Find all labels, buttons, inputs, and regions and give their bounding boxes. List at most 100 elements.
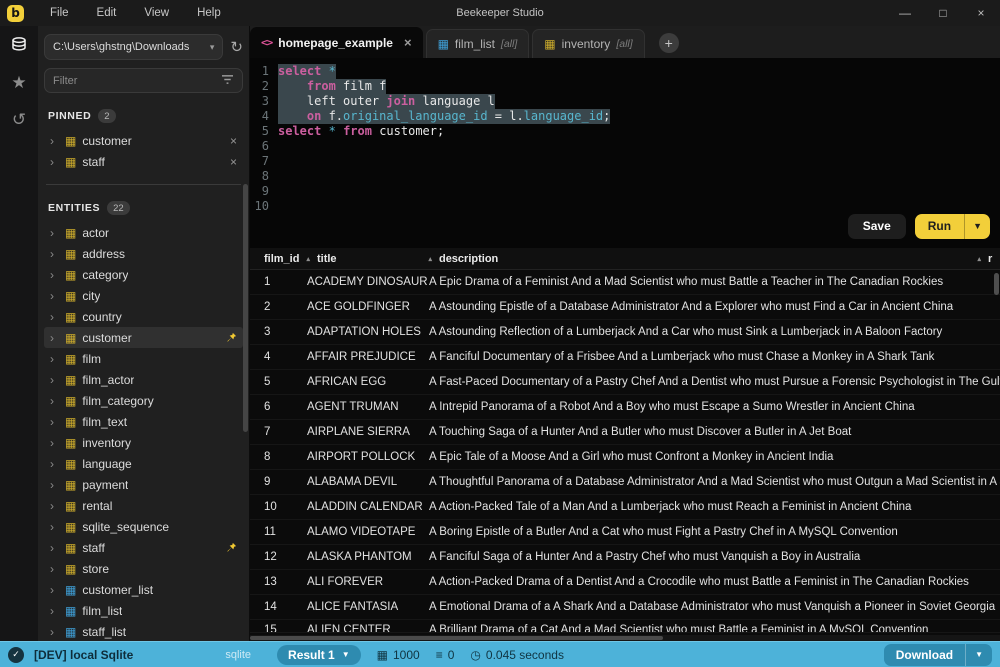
chevron-right-icon[interactable]: › bbox=[50, 626, 59, 638]
entity-item-inventory[interactable]: ›▦inventory bbox=[44, 432, 243, 453]
close-button[interactable]: × bbox=[962, 0, 1000, 26]
history-icon[interactable]: ↺ bbox=[12, 111, 26, 128]
run-options-caret-icon[interactable]: ▼ bbox=[964, 214, 990, 239]
chevron-right-icon[interactable]: › bbox=[50, 563, 59, 575]
table-row[interactable]: 10ALADDIN CALENDARA Action-Packed Tale o… bbox=[250, 495, 1000, 520]
table-row[interactable]: 11ALAMO VIDEOTAPEA Boring Epistle of a B… bbox=[250, 520, 1000, 545]
chevron-right-icon[interactable]: › bbox=[50, 353, 59, 365]
table-row[interactable]: 6AGENT TRUMANA Intrepid Panorama of a Ro… bbox=[250, 395, 1000, 420]
chevron-right-icon[interactable]: › bbox=[50, 332, 59, 344]
table-row[interactable]: 2ACE GOLDFINGERA Astounding Epistle of a… bbox=[250, 295, 1000, 320]
column-header-description[interactable]: description▴ bbox=[439, 248, 988, 269]
entity-item-payment[interactable]: ›▦payment bbox=[44, 474, 243, 495]
maximize-button[interactable]: □ bbox=[924, 0, 962, 26]
entity-item-store[interactable]: ›▦store bbox=[44, 558, 243, 579]
sidebar-scrollbar[interactable] bbox=[243, 184, 248, 432]
table-row[interactable]: 13ALI FOREVERA Action-Packed Drama of a … bbox=[250, 570, 1000, 595]
table-row[interactable]: 4AFFAIR PREJUDICEA Fanciful Documentary … bbox=[250, 345, 1000, 370]
entity-item-city[interactable]: ›▦city bbox=[44, 285, 243, 306]
entity-item-film_text[interactable]: ›▦film_text bbox=[44, 411, 243, 432]
chevron-right-icon[interactable]: › bbox=[50, 437, 59, 449]
entity-item-actor[interactable]: ›▦actor bbox=[44, 222, 243, 243]
menu-help[interactable]: Help bbox=[183, 7, 235, 19]
filter-icon[interactable] bbox=[221, 72, 234, 90]
chevron-right-icon[interactable]: › bbox=[50, 227, 59, 239]
connection-select[interactable]: C:\Users\ghstng\Downloads ▾ bbox=[44, 34, 223, 60]
chevron-right-icon[interactable]: › bbox=[50, 311, 59, 323]
favorites-star-icon[interactable]: ★ bbox=[11, 74, 26, 91]
minimize-button[interactable]: — bbox=[886, 0, 924, 26]
run-button[interactable]: Run bbox=[915, 214, 964, 239]
horizontal-scroll-thumb[interactable] bbox=[250, 636, 663, 640]
chevron-right-icon[interactable]: › bbox=[50, 248, 59, 260]
entity-item-film[interactable]: ›▦film bbox=[44, 348, 243, 369]
menu-edit[interactable]: Edit bbox=[83, 7, 131, 19]
chevron-right-icon[interactable]: › bbox=[50, 542, 59, 554]
chevron-right-icon[interactable]: › bbox=[50, 605, 59, 617]
entity-item-customer[interactable]: ›▦customer bbox=[44, 327, 243, 348]
menu-file[interactable]: File bbox=[36, 7, 83, 19]
entity-item-rental[interactable]: ›▦rental bbox=[44, 495, 243, 516]
entity-item-category[interactable]: ›▦category bbox=[44, 264, 243, 285]
results-horizontal-scrollbar[interactable] bbox=[250, 635, 1000, 641]
sort-arrow-icon[interactable]: ▴ bbox=[428, 255, 432, 263]
table-row[interactable]: 8AIRPORT POLLOCKA Epic Tale of a Moose A… bbox=[250, 445, 1000, 470]
pinned-item-staff[interactable]: ›▦staff× bbox=[44, 151, 243, 172]
download-options-caret-icon[interactable]: ▼ bbox=[965, 644, 992, 666]
result-selector[interactable]: Result 1 ▼ bbox=[277, 645, 361, 665]
chevron-down-icon: ▼ bbox=[342, 650, 350, 659]
download-button[interactable]: Download bbox=[884, 644, 965, 666]
tab-film_list[interactable]: ▦film_list[all] bbox=[426, 29, 530, 58]
table-row[interactable]: 12ALASKA PHANTOMA Fanciful Saga of a Hun… bbox=[250, 545, 1000, 570]
sort-arrow-icon[interactable]: ▴ bbox=[977, 255, 981, 263]
sort-arrow-icon[interactable]: ▴ bbox=[306, 255, 310, 263]
results-vertical-scrollbar[interactable] bbox=[994, 273, 999, 295]
table-row[interactable]: 3ADAPTATION HOLESA Astounding Reflection… bbox=[250, 320, 1000, 345]
chevron-right-icon[interactable]: › bbox=[50, 135, 59, 147]
menu-view[interactable]: View bbox=[130, 7, 183, 19]
entity-item-staff[interactable]: ›▦staff bbox=[44, 537, 243, 558]
table-row[interactable]: 7AIRPLANE SIERRAA Touching Saga of a Hun… bbox=[250, 420, 1000, 445]
chevron-right-icon[interactable]: › bbox=[50, 374, 59, 386]
column-header-film_id[interactable]: film_id▴ bbox=[250, 248, 317, 269]
refresh-icon[interactable]: ↻ bbox=[230, 38, 243, 56]
close-icon[interactable]: × bbox=[230, 134, 237, 148]
chevron-right-icon[interactable]: › bbox=[50, 395, 59, 407]
column-header-title[interactable]: title▴ bbox=[317, 248, 439, 269]
entity-item-customer_list[interactable]: ›▦customer_list bbox=[44, 579, 243, 600]
tab-homepage_example[interactable]: <>homepage_example× bbox=[250, 27, 423, 58]
table-row[interactable]: 15ALIEN CENTERA Brilliant Drama of a Cat… bbox=[250, 620, 1000, 633]
chevron-right-icon[interactable]: › bbox=[50, 290, 59, 302]
sql-editor[interactable]: 1select *2 from film f3 left outer join … bbox=[250, 58, 1000, 248]
chevron-right-icon[interactable]: › bbox=[50, 156, 59, 168]
entity-item-address[interactable]: ›▦address bbox=[44, 243, 243, 264]
table-row[interactable]: 5AFRICAN EGGA Fast-Paced Documentary of … bbox=[250, 370, 1000, 395]
chevron-right-icon[interactable]: › bbox=[50, 584, 59, 596]
close-icon[interactable]: × bbox=[230, 155, 237, 169]
new-tab-button[interactable]: + bbox=[659, 33, 679, 53]
pinned-item-customer[interactable]: ›▦customer× bbox=[44, 130, 243, 151]
pin-icon[interactable] bbox=[226, 542, 237, 553]
database-icon[interactable] bbox=[10, 36, 28, 54]
chevron-right-icon[interactable]: › bbox=[50, 479, 59, 491]
entity-item-language[interactable]: ›▦language bbox=[44, 453, 243, 474]
entity-item-sqlite_sequence[interactable]: ›▦sqlite_sequence bbox=[44, 516, 243, 537]
chevron-right-icon[interactable]: › bbox=[50, 500, 59, 512]
table-row[interactable]: 9ALABAMA DEVILA Thoughtful Panorama of a… bbox=[250, 470, 1000, 495]
chevron-right-icon[interactable]: › bbox=[50, 521, 59, 533]
save-button[interactable]: Save bbox=[848, 214, 906, 239]
chevron-right-icon[interactable]: › bbox=[50, 416, 59, 428]
pin-icon[interactable] bbox=[226, 332, 237, 343]
chevron-right-icon[interactable]: › bbox=[50, 458, 59, 470]
table-row[interactable]: 14ALICE FANTASIAA Emotional Drama of a A… bbox=[250, 595, 1000, 620]
table-row[interactable]: 1ACADEMY DINOSAURA Epic Drama of a Femin… bbox=[250, 270, 1000, 295]
entity-item-country[interactable]: ›▦country bbox=[44, 306, 243, 327]
tab-inventory[interactable]: ▦inventory[all] bbox=[532, 29, 644, 58]
chevron-right-icon[interactable]: › bbox=[50, 269, 59, 281]
close-icon[interactable]: × bbox=[404, 35, 412, 50]
entity-item-staff_list[interactable]: ›▦staff_list bbox=[44, 621, 243, 641]
entity-item-film_list[interactable]: ›▦film_list bbox=[44, 600, 243, 621]
filter-input[interactable] bbox=[53, 75, 221, 87]
entity-item-film_category[interactable]: ›▦film_category bbox=[44, 390, 243, 411]
entity-item-film_actor[interactable]: ›▦film_actor bbox=[44, 369, 243, 390]
